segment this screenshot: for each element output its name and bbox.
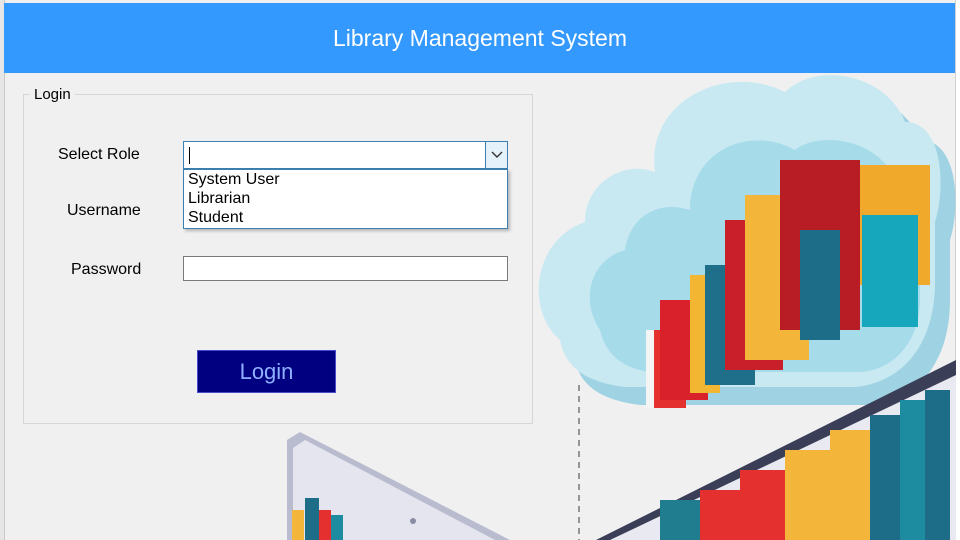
window-left-edge bbox=[0, 0, 5, 540]
chevron-down-icon bbox=[491, 151, 502, 158]
select-role-combobox[interactable] bbox=[183, 141, 508, 169]
role-option-librarian[interactable]: Librarian bbox=[184, 189, 507, 208]
select-role-label: Select Role bbox=[58, 146, 140, 163]
login-button-label: Login bbox=[239, 358, 294, 384]
login-group-legend: Login bbox=[30, 86, 75, 103]
password-label: Password bbox=[71, 261, 142, 278]
role-option-system-user[interactable]: System User bbox=[184, 170, 507, 189]
login-button[interactable]: Login bbox=[197, 350, 336, 393]
role-option-student[interactable]: Student bbox=[184, 208, 507, 227]
tablet-shape bbox=[287, 432, 510, 540]
username-label: Username bbox=[67, 202, 141, 219]
text-caret bbox=[189, 147, 190, 164]
app-header: Library Management System bbox=[4, 3, 956, 73]
dropdown-arrow-button[interactable] bbox=[485, 142, 507, 168]
app-title: Library Management System bbox=[332, 24, 627, 51]
password-input[interactable] bbox=[183, 256, 508, 281]
role-dropdown-list: System User Librarian Student bbox=[183, 169, 508, 229]
